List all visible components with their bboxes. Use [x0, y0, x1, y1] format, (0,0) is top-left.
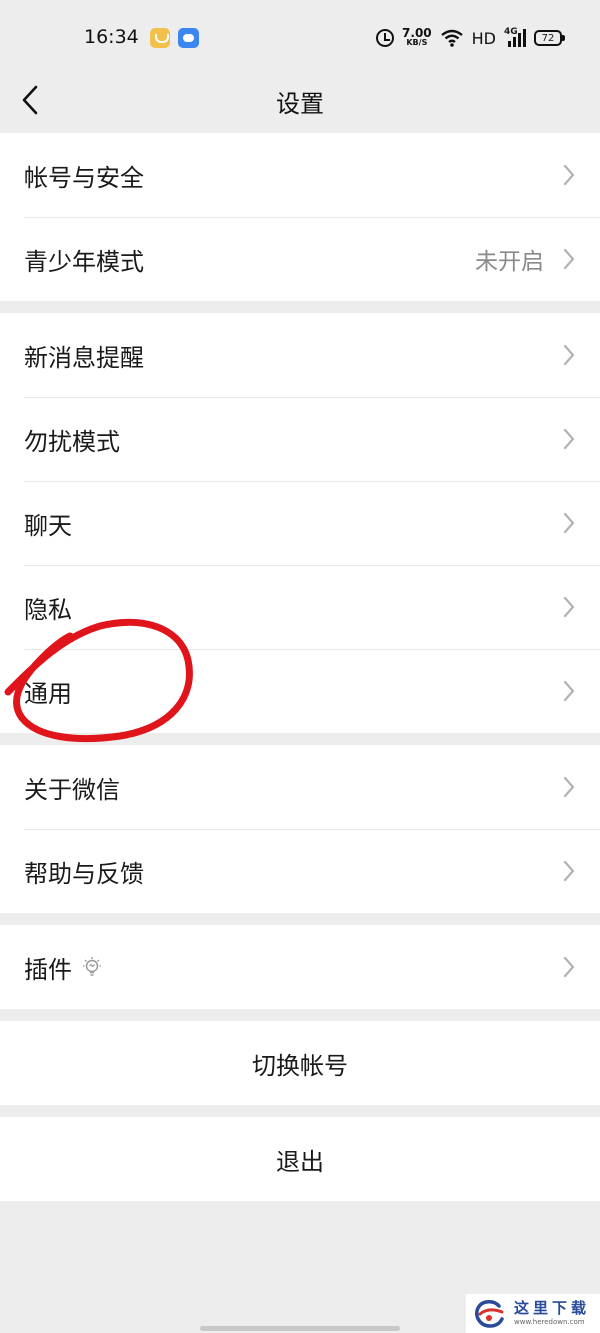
net-speed-value: 7.00	[402, 26, 432, 40]
chevron-right-icon	[563, 512, 575, 534]
wifi-icon	[440, 29, 463, 47]
watermark-title: 这里下载	[514, 1299, 591, 1317]
chevron-right-icon	[563, 860, 575, 882]
chevron-right-icon	[563, 680, 575, 702]
status-icons: 7.00 KB/S HD 4G 72	[376, 25, 565, 51]
settings-item-label: 勿扰模式	[24, 427, 120, 456]
settings-item-privacy[interactable]: 隐私	[0, 565, 600, 649]
settings-item-label: 帐号与安全	[24, 163, 144, 192]
settings-group-account: 帐号与安全 青少年模式 未开启	[0, 133, 600, 301]
chevron-right-icon	[563, 164, 575, 186]
chevron-right-icon	[563, 776, 575, 798]
settings-item-chat[interactable]: 聊天	[0, 481, 600, 565]
settings-item-do-not-disturb[interactable]: 勿扰模式	[0, 397, 600, 481]
net-speed-unit: KB/S	[406, 38, 428, 47]
chevron-right-icon	[563, 428, 575, 450]
watermark: 这里下载 www.heredown.com	[466, 1294, 600, 1333]
settings-item-help-feedback[interactable]: 帮助与反馈	[0, 829, 600, 913]
settings-item-youth-mode[interactable]: 青少年模式 未开启	[0, 217, 600, 301]
hd-label: HD	[471, 28, 496, 48]
chevron-right-icon	[563, 248, 575, 270]
settings-item-new-message-alert[interactable]: 新消息提醒	[0, 313, 600, 397]
settings-item-label: 帮助与反馈	[24, 859, 144, 888]
page-title: 设置	[276, 90, 324, 118]
switch-account-label: 切换帐号	[252, 1051, 348, 1080]
chevron-right-icon	[563, 596, 575, 618]
settings-group-about: 关于微信 帮助与反馈	[0, 745, 600, 913]
settings-item-label: 通用	[24, 679, 72, 708]
lightbulb-icon	[83, 957, 101, 976]
app-notification-icon-yellow	[150, 28, 170, 48]
switch-account-button[interactable]: 切换帐号	[0, 1021, 600, 1105]
settings-item-label: 关于微信	[24, 775, 120, 804]
watermark-logo-icon	[475, 1299, 504, 1328]
settings-item-plugins[interactable]: 插件	[0, 925, 600, 1009]
chevron-right-icon	[563, 344, 575, 366]
settings-item-label: 聊天	[24, 511, 72, 540]
watermark-url: www.heredown.com	[514, 1318, 585, 1326]
logout-label: 退出	[276, 1147, 324, 1176]
settings-item-general[interactable]: 通用	[0, 649, 600, 733]
battery-level: 72	[541, 32, 555, 44]
settings-item-label: 隐私	[24, 595, 72, 624]
youth-mode-status: 未开启	[475, 249, 544, 275]
settings-item-label: 插件	[24, 955, 72, 984]
settings-group-general: 新消息提醒 勿扰模式 聊天 隐私 通用	[0, 313, 600, 733]
signal-icon: 4G	[504, 27, 526, 47]
net-speed: 7.00 KB/S	[402, 26, 432, 48]
nav-bar: 设置	[0, 76, 600, 132]
settings-item-account-security[interactable]: 帐号与安全	[0, 133, 600, 217]
chevron-right-icon	[563, 956, 575, 978]
home-indicator	[200, 1326, 400, 1331]
status-time: 16:34	[84, 26, 139, 48]
battery-icon: 72	[534, 30, 565, 46]
app-notification-icon-blue	[178, 28, 199, 48]
settings-item-label: 新消息提醒	[24, 343, 144, 372]
logout-button[interactable]: 退出	[0, 1117, 600, 1201]
settings-group-plugins: 插件	[0, 925, 600, 1009]
settings-item-label: 青少年模式	[24, 247, 144, 276]
alarm-icon	[376, 29, 395, 47]
settings-item-about-wechat[interactable]: 关于微信	[0, 745, 600, 829]
status-bar: 16:34 7.00 KB/S HD 4G 72	[0, 0, 600, 76]
